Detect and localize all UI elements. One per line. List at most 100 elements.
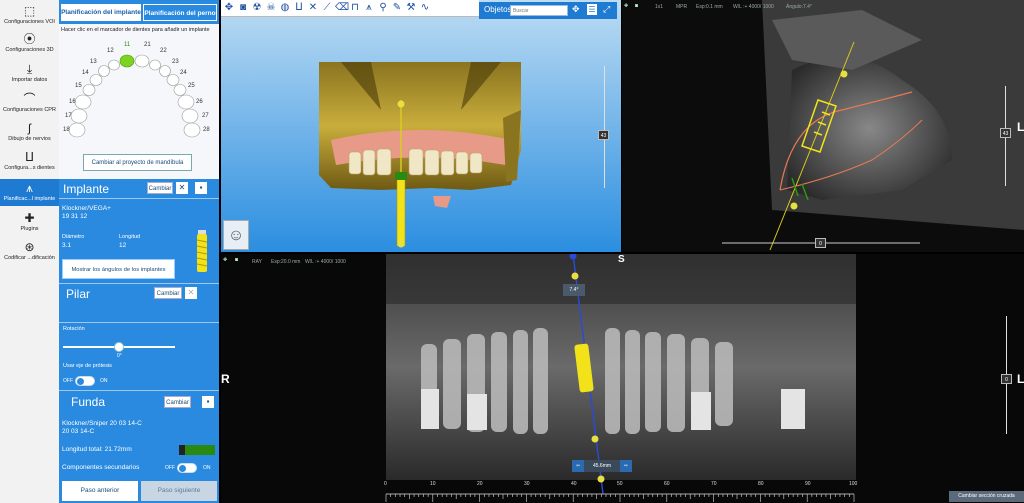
sidebar-item-label: Dibujo de nervios — [8, 136, 51, 142]
arrow-left-icon[interactable]: ⇦ — [572, 460, 584, 472]
ruler-label: 40 — [571, 481, 577, 487]
head-orientation-icon[interactable]: ☺ — [223, 220, 249, 250]
menu-icon[interactable]: ☰ — [587, 4, 597, 15]
3d-slice-slider-track[interactable] — [604, 66, 605, 188]
tooth-number: 18 — [63, 127, 70, 133]
ct-info-angle: Ángulo:7.4° — [786, 4, 812, 10]
cross-section-horizontal-value: 0 — [815, 238, 826, 248]
divider — [59, 390, 219, 391]
ct-info-mode: MPR — [676, 4, 688, 10]
brush-icon[interactable]: ✎ — [391, 0, 403, 15]
left-sidebar: ⬚ Configuraciones VOI ⦿ Configuraciones … — [0, 0, 59, 503]
panoramic-view[interactable]: ✥ ◙ RAY Esp:20.0 mm W/L :+ 4000/ 1000 S … — [221, 254, 1024, 503]
camera-icon[interactable]: ◙ — [237, 0, 249, 15]
tooth-number: 14 — [82, 70, 89, 76]
camera-icon[interactable]: ◙ — [635, 3, 638, 9]
tooth-number: 25 — [188, 83, 195, 89]
implant-change-button[interactable]: Cambiar — [147, 182, 173, 194]
skull-icon[interactable]: ☠ — [265, 0, 277, 15]
change-cross-section-button[interactable]: Cambiar sección cruzada — [949, 491, 1024, 502]
sidebar-item-implant-planning[interactable]: ⩚ Planificac...l implante — [0, 179, 59, 206]
coding-icon: ⊛ — [24, 240, 35, 254]
sleeve-detail-icon[interactable]: ▪ — [202, 396, 214, 408]
tab-post-planning[interactable]: Planificación del perno — [143, 4, 217, 21]
sleeve-change-button[interactable]: Cambiar — [164, 396, 191, 408]
tooth-number: 15 — [75, 83, 82, 89]
tooth-17 — [70, 108, 88, 124]
sidebar-item-voi[interactable]: ⬚ Configuraciones VOI — [0, 4, 59, 28]
orientation-label-l: L — [1017, 120, 1024, 134]
secondary-components-toggle[interactable] — [177, 463, 197, 473]
cross-section-slider-value: 43 — [1000, 128, 1011, 138]
expand-icon[interactable]: ⤢ — [603, 4, 610, 15]
tooth-27 — [181, 108, 199, 124]
sleeve-section-title: Funda — [71, 395, 106, 409]
divider — [59, 283, 219, 284]
implant-detail-icon[interactable]: ▪ — [195, 182, 207, 194]
switch-mandible-button[interactable]: Cambiar al proyecto de mandíbula — [83, 154, 192, 171]
sidebar-item-import[interactable]: ⤓ Importar datos — [0, 62, 59, 86]
implant-distance-readout[interactable]: ⇦ 45.6mm ⇨ — [572, 460, 632, 472]
tools-icon[interactable]: ⚒ — [405, 0, 417, 15]
pano-info-window-level: W/L :+ 4000/ 1000 — [305, 259, 346, 265]
nerve-icon[interactable]: ∿ — [419, 0, 431, 15]
tooth-number: 16 — [69, 99, 76, 105]
move-icon[interactable]: ✥ — [624, 3, 628, 9]
rotation-value: 0° — [117, 353, 122, 359]
ruler-label: 70 — [711, 481, 717, 487]
sidebar-item-label: Planificac...l implante — [3, 196, 56, 202]
puzzle-icon: ✚ — [24, 211, 35, 225]
tooth-11 — [119, 54, 135, 68]
divider — [59, 198, 219, 199]
sleeve-icon[interactable]: ⊓ — [349, 0, 361, 15]
implant-group-icon[interactable]: ⩚ — [363, 0, 375, 15]
orientation-label-r: R — [221, 372, 230, 386]
tooth-number: 27 — [202, 113, 209, 119]
sidebar-item-nerves[interactable]: ʃ Dibujo de nervios — [0, 121, 59, 145]
sidebar-item-3d[interactable]: ⦿ Configuraciones 3D — [0, 32, 59, 56]
tooth-number: 13 — [90, 59, 97, 65]
move-icon[interactable]: ✥ — [223, 0, 235, 15]
tooth-28 — [183, 122, 201, 138]
tooth-22 — [149, 59, 161, 71]
rotation-slider-handle[interactable] — [114, 342, 124, 352]
globe-icon[interactable]: ◍ — [279, 0, 291, 15]
next-step-button[interactable]: Paso siguiente — [141, 481, 217, 501]
3d-view[interactable]: 43 B ☺ — [221, 0, 632, 252]
tooth-icon[interactable]: ⵡ — [293, 0, 305, 15]
ruler-icon[interactable]: ⟋ — [321, 0, 333, 15]
move-icon[interactable]: ✥ — [223, 257, 227, 263]
move-icon[interactable]: ✥ — [572, 4, 580, 15]
total-length: Longitud total: 21.72mm — [62, 446, 132, 453]
radiation-icon[interactable]: ☢ — [251, 0, 263, 15]
3d-skull-render — [319, 62, 521, 248]
tooth-number: 21 — [144, 42, 151, 48]
close-icon[interactable]: ✕ — [176, 182, 188, 194]
eraser-icon[interactable]: ⌫ — [335, 0, 349, 15]
orientation-label-s: S — [618, 254, 625, 265]
tab-implant-planning[interactable]: Planificación del implante — [61, 4, 141, 21]
cross-section-view[interactable]: ✥ ◙ 1x1 MPR Esp:0.1 mm W/L :+ 4000/ 1000… — [622, 0, 1024, 252]
sidebar-item-cpr[interactable]: ⌒ Configuraciones CPR — [0, 92, 59, 116]
sidebar-item-coding[interactable]: ⊛ Codificar ...dificación — [0, 240, 59, 264]
previous-step-button[interactable]: Paso anterior — [62, 481, 138, 501]
ct-info-zoom: 1x1 — [655, 4, 664, 10]
arrow-right-icon[interactable]: ⇨ — [620, 460, 632, 472]
tooth-chart: Hacer clic en el marcador de dientes par… — [59, 24, 219, 179]
tooth-25 — [173, 84, 187, 96]
camera-icon[interactable]: ◙ — [235, 257, 238, 263]
pin-icon[interactable]: ⚲ — [377, 0, 389, 15]
toggle-off-label: OFF — [165, 465, 175, 471]
ruler-label: 20 — [477, 481, 483, 487]
objects-search-input[interactable] — [510, 5, 568, 16]
prosthesis-axis-toggle[interactable] — [75, 376, 95, 386]
pano-info-thickness: Esp:20.0 mm — [271, 259, 301, 265]
tooth-number: 22 — [160, 48, 167, 54]
import-icon: ⤓ — [26, 62, 33, 76]
show-implant-angles-button[interactable]: Mostrar los ángulos de los implantes — [62, 259, 175, 279]
sidebar-item-plugins[interactable]: ✚ Plugins — [0, 211, 59, 235]
implant-model: Klockner/VEGA+ — [62, 205, 111, 212]
abutment-change-button[interactable]: Cambiar — [154, 287, 182, 299]
close-icon[interactable]: ✕ — [307, 0, 319, 15]
sidebar-item-teeth[interactable]: ⵡ Configura...s dientes — [0, 150, 59, 174]
